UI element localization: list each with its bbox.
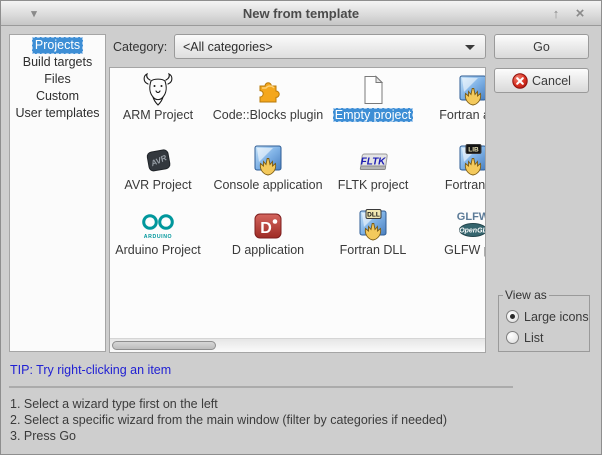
separator-line — [9, 386, 513, 388]
cancel-red-x-icon — [512, 73, 528, 89]
sidebar-item-projects[interactable]: Projects — [10, 37, 105, 54]
instruction-step-1: 1. Select a wizard type first on the lef… — [10, 397, 570, 411]
view-as-legend: View as — [503, 288, 549, 302]
svg-text:ARDUINO: ARDUINO — [144, 234, 172, 240]
template-item-fortran-application[interactable]: Fortran appl — [408, 70, 486, 122]
gnu-head-icon — [140, 72, 176, 106]
template-item-label: Fortran appl — [439, 108, 486, 122]
svg-text:OpenGL: OpenGL — [459, 228, 486, 235]
category-dropdown[interactable]: <All categories> — [174, 34, 486, 59]
puzzle-piece-icon — [252, 74, 284, 106]
sidebar-item-build-targets[interactable]: Build targets — [10, 54, 105, 71]
go-button[interactable]: Go — [494, 34, 589, 59]
svg-text:FLTK: FLTK — [361, 157, 387, 168]
radio-list[interactable]: List — [506, 327, 589, 348]
template-item-label: FLTK project — [338, 178, 409, 192]
avr-chip-icon: AVR — [142, 144, 174, 176]
horizontal-scrollbar-thumb[interactable] — [112, 341, 216, 350]
sidebar-item-custom[interactable]: Custom — [10, 88, 105, 105]
d-language-icon: D — [252, 211, 284, 241]
radio-button-icon[interactable] — [506, 331, 519, 344]
window-title: New from template — [1, 6, 601, 21]
template-item-label: Arduino Project — [115, 243, 200, 257]
svg-text:D: D — [260, 220, 272, 237]
fortran-lib-shell-icon: LIB — [457, 144, 486, 176]
window-menu-icon[interactable]: ▾ — [23, 1, 45, 26]
chevron-down-icon — [465, 45, 475, 50]
cancel-button[interactable]: Cancel — [494, 68, 589, 93]
instruction-step-2: 2. Select a specific wizard from the mai… — [10, 413, 570, 427]
svg-text:GLFW: GLFW — [457, 211, 486, 223]
glfw-opengl-logo-icon: GLFW OpenGL — [452, 209, 486, 241]
radio-large-icons[interactable]: Large icons — [506, 306, 589, 327]
category-label: Category: — [113, 40, 167, 54]
template-item-label: D application — [232, 243, 304, 257]
instruction-step-3: 3. Press Go — [10, 429, 570, 443]
fltk-logo-icon: FLTK — [355, 150, 391, 176]
template-item-label: Fortran DLL — [340, 243, 407, 257]
template-item-label: GLFW pro — [444, 243, 486, 257]
template-item-label: Fortran lib — [445, 178, 486, 192]
sidebar-item-files[interactable]: Files — [10, 71, 105, 88]
svg-text:LIB: LIB — [468, 147, 479, 154]
view-as-groupbox: View as Large icons List — [498, 288, 590, 352]
fortran-window-shell-icon — [457, 74, 486, 106]
template-grid-panel: ARM Project Code::Blocks plugin Empty pr… — [109, 67, 486, 353]
close-window-icon[interactable]: × — [569, 1, 591, 26]
horizontal-scrollbar[interactable] — [110, 338, 485, 352]
template-item-label: ARM Project — [123, 108, 193, 122]
template-item-label-selected: Empty project — [333, 108, 413, 122]
template-item-glfw-project[interactable]: GLFW OpenGL GLFW pro — [408, 205, 486, 257]
titlebar[interactable]: New from template ▾ ↑ × — [1, 1, 601, 26]
template-item-label: Code::Blocks plugin — [213, 108, 323, 122]
console-window-shell-icon — [252, 144, 284, 176]
wizard-type-list: Projects Build targets Files Custom User… — [9, 34, 106, 352]
category-selected-value: <All categories> — [183, 40, 273, 54]
radio-button-icon[interactable] — [506, 310, 519, 323]
sidebar-item-user-templates[interactable]: User templates — [10, 105, 105, 122]
new-from-template-dialog: New from template ▾ ↑ × Projects Build t… — [0, 0, 602, 455]
blank-page-icon — [357, 74, 389, 106]
svg-text:DLL: DLL — [367, 212, 380, 219]
template-item-label: AVR Project — [124, 178, 191, 192]
shade-window-icon[interactable]: ↑ — [545, 1, 567, 26]
fortran-dll-shell-icon: DLL — [357, 209, 389, 241]
template-item-fortran-lib[interactable]: LIB Fortran lib — [408, 140, 486, 192]
tip-text: TIP: Try right-clicking an item — [10, 363, 171, 377]
arduino-logo-icon: ARDUINO — [137, 213, 179, 241]
template-item-label: Console application — [213, 178, 322, 192]
